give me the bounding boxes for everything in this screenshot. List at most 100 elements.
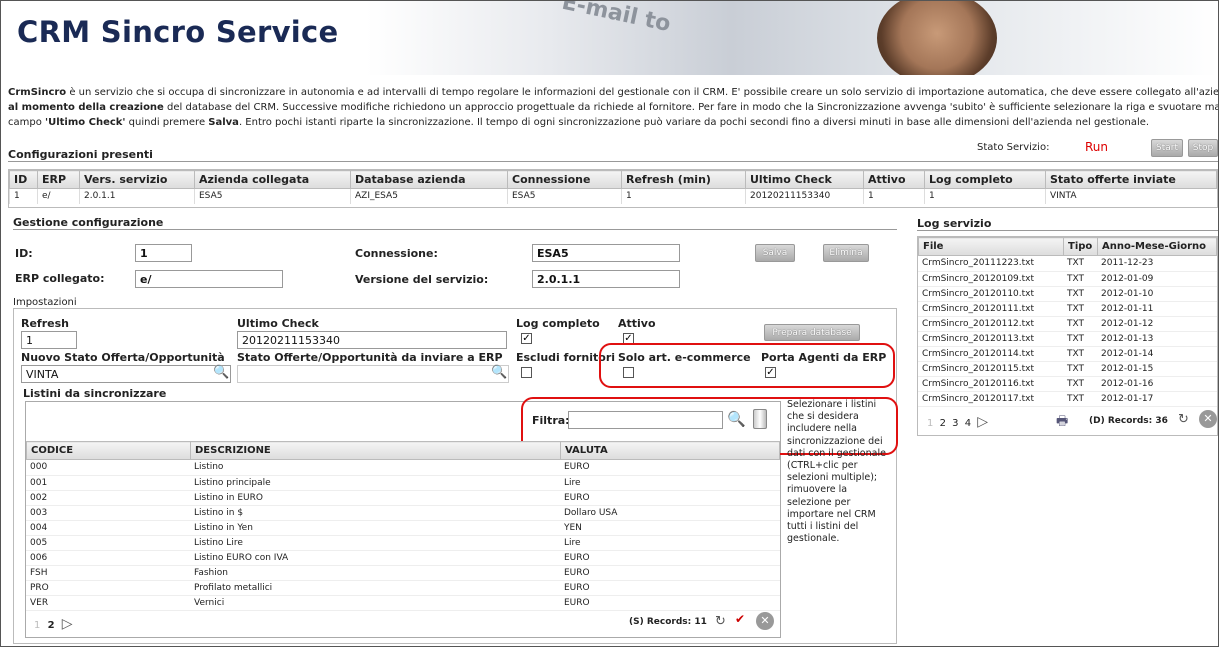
id-field[interactable]: 1 <box>135 244 192 262</box>
service-status-value: Run <box>1085 140 1109 154</box>
search-icon[interactable]: 🔍 <box>491 365 507 380</box>
log-completo-checkbox[interactable]: ✓ <box>521 333 532 344</box>
salva-button[interactable]: Salva <box>755 244 795 262</box>
gestione-section-title: Gestione configurazione <box>13 216 897 230</box>
table-row[interactable]: 1 e/ 2.0.1.1 ESA5 AZI_ESA5 ESA5 1 201202… <box>9 188 1217 204</box>
cell-database: AZI_ESA5 <box>350 188 508 204</box>
ultimo-check-field[interactable]: 20120211153340 <box>237 331 507 349</box>
close-icon[interactable]: ✕ <box>1199 410 1217 428</box>
col-refresh[interactable]: Refresh (min) <box>621 170 746 189</box>
escludi-fornitori-checkbox[interactable] <box>521 367 532 378</box>
table-row[interactable]: 004 Listino in Yen YEN <box>26 520 780 536</box>
connessione-field[interactable]: ESA5 <box>532 244 680 262</box>
cell-valuta: EURO <box>560 580 780 596</box>
page-link[interactable]: 4 <box>965 418 971 429</box>
col-stato-offerte[interactable]: Stato offerte inviate <box>1045 170 1217 189</box>
col-azienda[interactable]: Azienda collegata <box>194 170 351 189</box>
cell-valuta: EURO <box>560 565 780 581</box>
versione-field[interactable]: 2.0.1.1 <box>532 270 680 288</box>
cell-codice: PRO <box>26 580 190 596</box>
cell-valuta: EURO <box>560 490 780 506</box>
col-version[interactable]: Vers. servizio <box>79 170 195 189</box>
stato-inviare-field[interactable] <box>237 365 509 383</box>
cell-descrizione: Fashion <box>190 565 560 581</box>
table-row[interactable]: CrmSincro_20120111.txt TXT 2012-01-11 <box>918 301 1217 317</box>
col-file[interactable]: File <box>918 237 1064 256</box>
table-row[interactable]: CrmSincro_20120114.txt TXT 2012-01-14 <box>918 346 1217 362</box>
prepara-database-button[interactable]: Prepara database <box>764 324 860 341</box>
table-row[interactable]: 002 Listino in EURO EURO <box>26 490 780 506</box>
table-row[interactable]: 006 Listino EURO con IVA EURO <box>26 550 780 566</box>
cell-data: 2012-01-16 <box>1097 376 1217 392</box>
refresh-field[interactable]: 1 <box>21 331 77 349</box>
stop-button[interactable]: Stop <box>1188 139 1218 157</box>
attivo-label: Attivo <box>618 317 656 330</box>
elimina-button[interactable]: Elimina <box>823 244 869 262</box>
next-page-icon[interactable]: ▷ <box>977 414 988 430</box>
col-log-completo[interactable]: Log completo <box>924 170 1046 189</box>
table-row[interactable]: FSH Fashion EURO <box>26 565 780 581</box>
col-data[interactable]: Anno-Mese-Giorno <box>1097 237 1217 256</box>
col-tipo[interactable]: Tipo <box>1063 237 1098 256</box>
search-icon[interactable]: 🔍 <box>213 365 229 380</box>
log-pager: 1 2 3 4 ▷ <box>927 414 988 430</box>
cell-file: CrmSincro_20111223.txt <box>918 256 1063 272</box>
table-row[interactable]: CrmSincro_20120109.txt TXT 2012-01-09 <box>918 271 1217 287</box>
page-link[interactable]: 3 <box>952 418 958 429</box>
col-descrizione[interactable]: DESCRIZIONE <box>190 441 561 460</box>
cell-data: 2012-01-17 <box>1097 391 1217 407</box>
table-row[interactable]: CrmSincro_20111223.txt TXT 2011-12-23 <box>918 256 1217 272</box>
cell-file: CrmSincro_20120110.txt <box>918 286 1063 302</box>
col-codice[interactable]: CODICE <box>26 441 191 460</box>
col-id[interactable]: ID <box>9 170 38 189</box>
cell-codice: 002 <box>26 490 190 506</box>
cell-data: 2012-01-09 <box>1097 271 1217 287</box>
cell-descrizione: Profilato metallici <box>190 580 560 596</box>
table-row[interactable]: PRO Profilato metallici EURO <box>26 580 780 596</box>
col-erp[interactable]: ERP <box>37 170 80 189</box>
print-icon[interactable]: 🖶 <box>1056 412 1068 434</box>
id-label: ID: <box>15 247 33 260</box>
table-row[interactable]: 000 Listino EURO <box>26 460 780 476</box>
close-icon[interactable]: ✕ <box>756 612 774 630</box>
start-button[interactable]: Start <box>1151 139 1183 157</box>
table-row[interactable]: CrmSincro_20120113.txt TXT 2012-01-13 <box>918 331 1217 347</box>
col-valuta[interactable]: VALUTA <box>560 441 780 460</box>
table-row[interactable]: CrmSincro_20120117.txt TXT 2012-01-17 <box>918 391 1217 407</box>
col-connessione[interactable]: Connessione <box>507 170 622 189</box>
page-link[interactable]: 1 <box>927 418 933 429</box>
log-records: (D) Records: 36 <box>1089 416 1168 426</box>
table-row[interactable]: 005 Listino Lire Lire <box>26 535 780 551</box>
cell-codice: FSH <box>26 565 190 581</box>
cell-codice: VER <box>26 595 190 611</box>
table-row[interactable]: 001 Listino principale Lire <box>26 475 780 491</box>
page-link[interactable]: 2 <box>940 418 946 429</box>
nuovo-stato-field[interactable]: VINTA <box>21 365 231 383</box>
page-link[interactable]: 1 <box>34 620 40 631</box>
table-row[interactable]: VER Vernici EURO <box>26 595 780 611</box>
refresh-icon[interactable]: ↻ <box>715 614 726 629</box>
highlight-box-options <box>599 343 895 388</box>
cell-data: 2012-01-12 <box>1097 316 1217 332</box>
cell-descrizione: Listino Lire <box>190 535 560 551</box>
erp-field[interactable]: e/ <box>135 270 283 288</box>
cell-data: 2011-12-23 <box>1097 256 1217 272</box>
table-row[interactable]: CrmSincro_20120115.txt TXT 2012-01-15 <box>918 361 1217 377</box>
refresh-icon[interactable]: ↻ <box>1178 412 1189 427</box>
select-all-icon[interactable]: ✔ <box>735 612 745 626</box>
col-ultimo-check[interactable]: Ultimo Check <box>745 170 864 189</box>
next-page-icon[interactable]: ▷ <box>62 616 73 632</box>
cell-tipo: TXT <box>1063 361 1097 377</box>
cell-tipo: TXT <box>1063 346 1097 362</box>
cell-tipo: TXT <box>1063 286 1097 302</box>
table-row[interactable]: 003 Listino in $ Dollaro USA <box>26 505 780 521</box>
config-table: ID ERP Vers. servizio Azienda collegata … <box>9 170 1217 204</box>
cell-valuta: Dollaro USA <box>560 505 780 521</box>
col-attivo[interactable]: Attivo <box>863 170 925 189</box>
table-row[interactable]: CrmSincro_20120116.txt TXT 2012-01-16 <box>918 376 1217 392</box>
table-row[interactable]: CrmSincro_20120110.txt TXT 2012-01-10 <box>918 286 1217 302</box>
cell-codice: 003 <box>26 505 190 521</box>
page-link[interactable]: 2 <box>48 620 55 631</box>
table-row[interactable]: CrmSincro_20120112.txt TXT 2012-01-12 <box>918 316 1217 332</box>
col-database[interactable]: Database azienda <box>350 170 508 189</box>
